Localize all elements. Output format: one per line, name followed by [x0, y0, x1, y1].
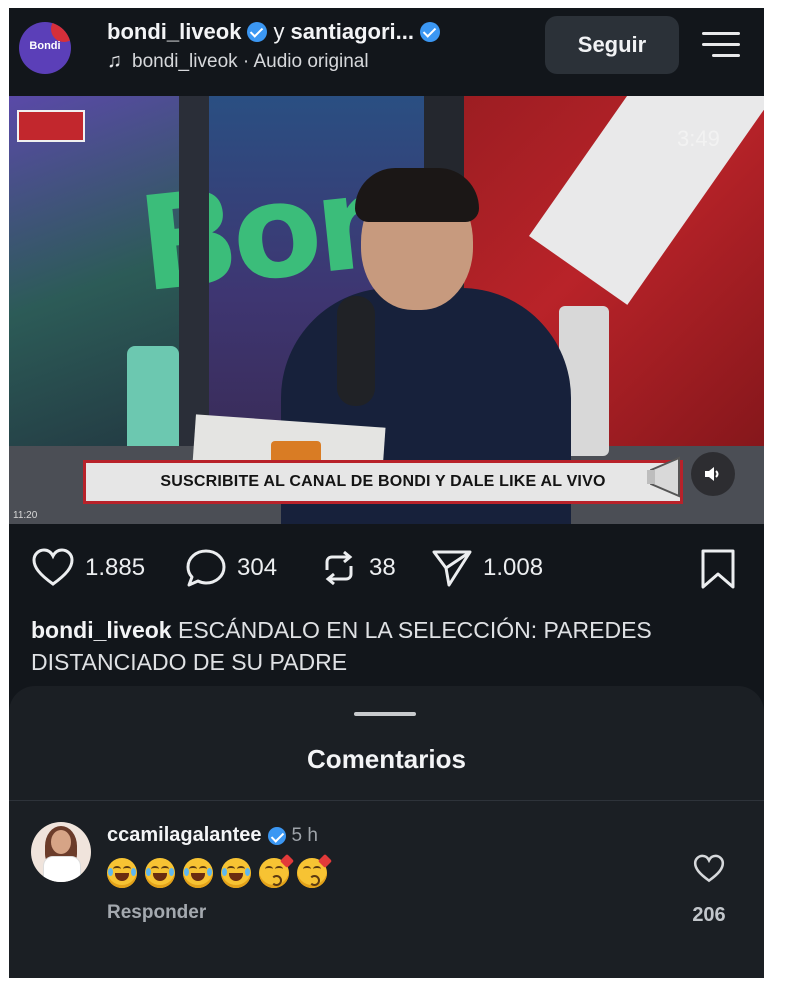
- post-caption: bondi_liveok ESCÁNDALO EN LA SELECCIÓN: …: [31, 614, 751, 678]
- tears-of-joy-emoji: [145, 858, 175, 888]
- comment-text: [107, 853, 335, 888]
- face-blowing-kiss-emoji: [259, 853, 295, 888]
- like-button[interactable]: 1.885: [31, 544, 145, 592]
- video-player[interactable]: Bon 3:49 SUSCRIBITE AL CANAL DE BONDI Y …: [9, 96, 764, 524]
- avatar-story-ring: [51, 22, 71, 42]
- commenter-avatar[interactable]: [31, 822, 91, 882]
- music-note-icon: ♫: [107, 50, 122, 72]
- speaker-icon: [705, 467, 719, 481]
- share-button[interactable]: 1.008: [431, 544, 543, 592]
- repost-count: 38: [369, 554, 396, 581]
- collab-joiner: y: [273, 19, 285, 44]
- collaborator-name[interactable]: santiagori...: [290, 19, 413, 45]
- live-badge: [17, 110, 85, 142]
- tears-of-joy-emoji: [221, 858, 251, 888]
- broadcast-clock: 11:20: [13, 510, 38, 521]
- audio-label: bondi_liveok · Audio original: [132, 50, 369, 72]
- commenter-username[interactable]: ccamilagalantee: [107, 824, 262, 847]
- verified-icon: [247, 22, 268, 42]
- video-timer: 3:49: [677, 126, 720, 151]
- reel-screen: Bondi bondi_liveok y santiagori... ♫ bon…: [9, 8, 764, 978]
- face-blowing-kiss-emoji: [297, 853, 333, 888]
- microphone: [337, 296, 375, 406]
- verified-icon: [267, 826, 286, 845]
- comments-sheet: Comentarios ccamilagalantee 5 h Responde…: [9, 686, 764, 978]
- comment-bubble-icon: [186, 549, 226, 587]
- comment-like-heart-icon[interactable]: [693, 854, 725, 884]
- post-header: Bondi bondi_liveok y santiagori... ♫ bon…: [9, 8, 764, 96]
- account-name[interactable]: bondi_liveok: [107, 19, 241, 45]
- caption-username[interactable]: bondi_liveok: [31, 617, 172, 643]
- avatar-logo-text: Bondi: [29, 40, 61, 52]
- repost-icon: [325, 550, 353, 586]
- reply-button[interactable]: Responder: [107, 902, 206, 924]
- send-icon: [432, 550, 472, 587]
- presenter-hair: [355, 168, 479, 222]
- video-banner: SUSCRIBITE AL CANAL DE BONDI Y DALE LIKE…: [83, 460, 683, 504]
- follow-button[interactable]: Seguir: [545, 16, 679, 74]
- repost-button[interactable]: 38: [319, 544, 396, 592]
- comment-count: 304: [237, 554, 278, 581]
- action-bar: 1.885 304 38 1.008: [9, 544, 764, 592]
- sound-toggle-button[interactable]: [691, 452, 735, 496]
- comment-header: ccamilagalantee 5 h: [107, 824, 318, 847]
- share-count: 1.008: [483, 554, 544, 581]
- comments-title: Comentarios: [307, 744, 466, 774]
- account-title-row: bondi_liveok y santiagori...: [107, 18, 440, 46]
- comment-like-count: 206: [692, 904, 726, 926]
- tears-of-joy-emoji: [183, 858, 213, 888]
- account-avatar[interactable]: Bondi: [19, 22, 71, 74]
- comment-time: 5 h: [291, 824, 318, 846]
- sheet-drag-handle[interactable]: [354, 712, 416, 716]
- comment-button[interactable]: 304: [185, 544, 277, 592]
- tears-of-joy-emoji: [107, 858, 137, 888]
- audio-link[interactable]: ♫ bondi_liveok · Audio original: [107, 50, 369, 73]
- like-count: 1.885: [85, 554, 146, 581]
- bookmark-icon[interactable]: [699, 548, 737, 590]
- verified-icon: [419, 22, 440, 42]
- divider: [9, 800, 764, 801]
- heart-icon: [32, 548, 74, 586]
- menu-icon[interactable]: [702, 32, 740, 58]
